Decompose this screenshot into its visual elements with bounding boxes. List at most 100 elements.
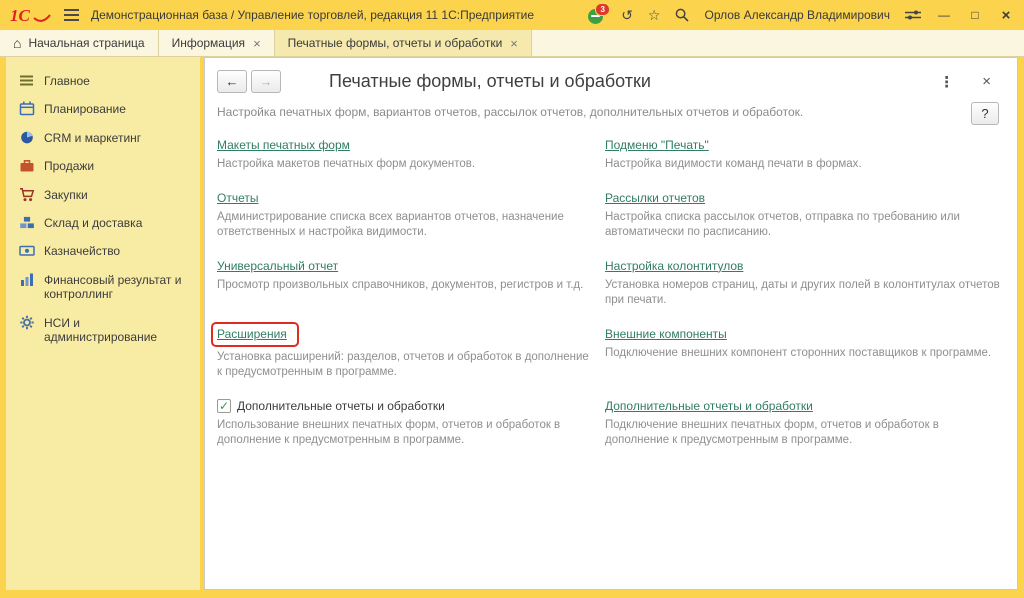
sidebar-item-financial-result[interactable]: Финансовый результат и контроллинг [6, 266, 200, 309]
sidebar-item-label: Планирование [44, 102, 126, 116]
sidebar-item-administration[interactable]: НСИ и администрирование [6, 309, 200, 352]
feature-description: Настройка видимости команд печати в форм… [605, 157, 1005, 172]
feature-report-mailings: Рассылки отчетов Настройка списка рассыл… [605, 189, 1005, 240]
history-icon[interactable]: ↺ [621, 8, 633, 22]
checkbox-additional-reports[interactable]: ✓ Дополнительные отчеты и обработки [217, 399, 445, 413]
link-universal-report[interactable]: Универсальный отчет [217, 259, 338, 273]
tab-label: Печатные формы, отчеты и обработки [288, 36, 503, 50]
link-extensions[interactable]: Расширения [217, 327, 287, 341]
1c-logo: 1С [10, 5, 52, 25]
sidebar-item-crm[interactable]: CRM и маркетинг [6, 124, 200, 152]
feature-print-templates: Макеты печатных форм Настройка макетов п… [217, 136, 595, 172]
home-icon: ⌂ [13, 36, 21, 50]
gear-icon [19, 315, 35, 330]
sidebar-item-sales[interactable]: Продажи [6, 152, 200, 180]
maximize-button[interactable]: □ [967, 8, 983, 22]
sections-panel: Главное Планирование CRM и маркетинг [6, 57, 200, 590]
check-icon: ✓ [219, 400, 229, 412]
window-title: Демонстрационная база / Управление торго… [91, 8, 534, 22]
feature-universal-report: Универсальный отчет Просмотр произвольны… [217, 257, 595, 308]
tab-close-icon[interactable]: × [253, 37, 261, 50]
tab-information[interactable]: Информация × [159, 30, 275, 56]
titlebar-actions: 3 ↺ ☆ Орлов Александр Владимирович — [588, 7, 1014, 24]
feature-description: Подключение внешних печатных форм, отчет… [605, 418, 1005, 448]
sidebar-item-treasury[interactable]: Казначейство [6, 237, 200, 265]
form-actions: ⋮ × [939, 73, 1005, 91]
feature-headers-footers: Настройка колонтитулов Установка номеров… [605, 257, 1005, 308]
sidebar-item-planning[interactable]: Планирование [6, 95, 200, 123]
search-icon[interactable] [675, 8, 689, 22]
money-icon [19, 243, 35, 258]
help-button[interactable]: ? [971, 102, 999, 125]
page-title: Печатные формы, отчеты и обработки [329, 71, 651, 92]
feature-extensions: Расширения Установка расширений: раздело… [217, 325, 595, 380]
sidebar-item-warehouse[interactable]: Склад и доставка [6, 209, 200, 237]
link-print-templates[interactable]: Макеты печатных форм [217, 138, 350, 152]
sidebar-item-label: Финансовый результат и контроллинг [44, 273, 192, 302]
feature-description: Использование внешних печатных форм, отч… [217, 418, 595, 448]
feature-print-submenu: Подменю "Печать" Настройка видимости ком… [605, 136, 1005, 172]
feature-description: Настройка списка рассылок отчетов, отпра… [605, 210, 1005, 240]
feature-external-components: Внешние компоненты Подключение внешних к… [605, 325, 1005, 380]
back-arrow-icon: ← [226, 74, 239, 89]
link-headers-footers[interactable]: Настройка колонтитулов [605, 259, 743, 273]
tab-home-page[interactable]: ⌂ Начальная страница [0, 30, 159, 56]
sidebar-item-label: Закупки [44, 188, 88, 202]
features-grid: Макеты печатных форм Настройка макетов п… [205, 119, 1017, 447]
link-report-mailings[interactable]: Рассылки отчетов [605, 191, 705, 205]
briefcase-icon [19, 158, 35, 173]
sidebar-item-main[interactable]: Главное [6, 67, 200, 95]
main-menu-icon[interactable] [64, 9, 79, 21]
feature-additional-reports-toggle: ✓ Дополнительные отчеты и обработки Испо… [217, 397, 595, 448]
sidebar-item-label: Главное [44, 74, 90, 88]
tab-print-forms[interactable]: Печатные формы, отчеты и обработки × [275, 30, 532, 56]
form-area: ← → Печатные формы, отчеты и обработки ⋮… [204, 57, 1018, 590]
sidebar-item-label: НСИ и администрирование [44, 316, 192, 345]
list-icon [19, 73, 35, 88]
tab-close-icon[interactable]: × [510, 37, 518, 50]
pie-chart-icon [19, 130, 35, 145]
bar-chart-icon [19, 272, 35, 287]
feature-description: Установка номеров страниц, даты и других… [605, 278, 1005, 308]
link-additional-reports[interactable]: Дополнительные отчеты и обработки [605, 399, 813, 413]
current-user[interactable]: Орлов Александр Владимирович [704, 8, 890, 22]
calendar-icon [19, 101, 35, 116]
form-close-icon[interactable]: × [982, 73, 991, 90]
forward-button[interactable]: → [251, 70, 281, 93]
checkbox-box[interactable]: ✓ [217, 399, 231, 413]
sidebar-item-label: CRM и маркетинг [44, 131, 141, 145]
form-subtitle: Настройка печатных форм, вариантов отчет… [205, 93, 1017, 119]
form-header: ← → Печатные формы, отчеты и обработки ⋮… [205, 58, 1017, 93]
close-button[interactable]: × [998, 7, 1014, 24]
sidebar-item-purchases[interactable]: Закупки [6, 181, 200, 209]
boxes-icon [19, 215, 35, 230]
view-settings-icon[interactable] [905, 9, 921, 21]
sidebar-item-label: Казначейство [44, 244, 120, 258]
feature-description: Подключение внешних компонент сторонних … [605, 346, 1005, 361]
back-button[interactable]: ← [217, 70, 247, 93]
minimize-button[interactable]: — [936, 8, 952, 22]
sidebar-item-label: Продажи [44, 159, 94, 173]
forward-arrow-icon: → [260, 74, 273, 89]
discussions-icon[interactable]: 3 [588, 7, 606, 24]
window-titlebar: 1С Демонстрационная база / Управление то… [0, 0, 1024, 30]
favorites-star-icon[interactable]: ☆ [648, 8, 661, 22]
checkbox-label: Дополнительные отчеты и обработки [237, 399, 445, 413]
tab-label: Начальная страница [28, 36, 144, 50]
sidebar-item-label: Склад и доставка [44, 216, 142, 230]
svg-text:1С: 1С [10, 6, 31, 25]
feature-additional-reports-link: Дополнительные отчеты и обработки Подклю… [605, 397, 1005, 448]
feature-reports: Отчеты Администрирование списка всех вар… [217, 189, 595, 240]
feature-description: Настройка макетов печатных форм документ… [217, 157, 595, 172]
feature-description: Установка расширений: разделов, отчетов … [217, 350, 595, 380]
link-reports[interactable]: Отчеты [217, 191, 258, 205]
notification-badge: 3 [595, 3, 610, 16]
tab-label: Информация [172, 36, 245, 50]
cart-icon [19, 187, 35, 202]
feature-description: Администрирование списка всех вариантов … [217, 210, 595, 240]
highlight-annotation: Расширения [211, 322, 299, 347]
more-actions-icon[interactable]: ⋮ [939, 73, 954, 91]
link-external-components[interactable]: Внешние компоненты [605, 327, 727, 341]
link-print-submenu[interactable]: Подменю "Печать" [605, 138, 709, 152]
open-windows-bar: ⌂ Начальная страница Информация × Печатн… [0, 30, 1024, 57]
